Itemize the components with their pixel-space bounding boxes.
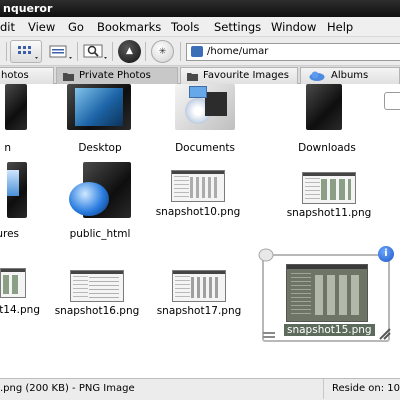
file-label: snapshot15.png <box>284 324 375 336</box>
file-item-documents[interactable]: Documents <box>150 84 260 156</box>
globe-icon <box>69 182 109 216</box>
menu-window[interactable]: Window <box>271 20 316 34</box>
folder-icon <box>63 73 74 81</box>
file-item-snapshot16[interactable]: snapshot16.png <box>42 270 152 318</box>
menu-tools[interactable]: Tools <box>171 20 199 34</box>
menu-bar: dit View Go Bookmarks Tools Settings Win… <box>0 17 400 37</box>
image-thumbnail <box>286 264 368 322</box>
detail-view-button[interactable] <box>45 40 75 63</box>
window-title: nqueror <box>3 2 53 15</box>
icon-view-button[interactable] <box>10 40 42 63</box>
toolbar-separator <box>180 42 181 61</box>
cloud-icon <box>309 71 325 81</box>
image-thumbnail <box>302 172 356 204</box>
settings-button[interactable]: ✳ <box>151 40 174 63</box>
eject-button[interactable]: ▲ <box>118 40 141 63</box>
status-bar: .png (200 KB) - PNG Image Reside on: 10 <box>0 378 400 400</box>
image-thumbnail <box>172 270 226 302</box>
file-item-snapshot11[interactable]: snapshot11.png <box>274 172 384 220</box>
tab-photos[interactable]: hotos <box>0 67 54 84</box>
filter-input[interactable] <box>384 92 400 110</box>
file-item-snapshot17[interactable]: snapshot17.png <box>144 270 254 318</box>
tab-favourite-images[interactable]: Favourite Images <box>180 67 298 84</box>
eject-icon: ▲ <box>126 46 133 56</box>
folder-icon <box>175 84 235 130</box>
file-item-public-html[interactable]: public_html <box>45 162 155 242</box>
menu-bookmarks[interactable]: Bookmarks <box>97 20 161 34</box>
details-icon <box>263 332 275 338</box>
detail-view-icon <box>49 45 72 59</box>
menu-settings[interactable]: Settings <box>214 20 261 34</box>
file-icon-view[interactable]: n Desktop Documents Downloads ures publi… <box>0 84 400 378</box>
folder-icon <box>67 84 131 130</box>
menu-view[interactable]: View <box>28 20 55 34</box>
tab-albums[interactable]: Albums <box>300 67 400 84</box>
menu-go[interactable]: Go <box>68 20 84 34</box>
file-label: snapshot16.png <box>54 305 140 317</box>
file-label: snapshot11.png <box>286 207 372 219</box>
tab-label: Albums <box>331 70 369 81</box>
info-icon[interactable]: i <box>378 246 394 262</box>
toolbar-separator <box>145 42 146 61</box>
file-item-snapshot10[interactable]: snapshot10.png <box>143 170 253 218</box>
folder-icon <box>191 46 203 57</box>
resize-handle-icon[interactable] <box>378 328 392 340</box>
file-label: n <box>4 142 11 154</box>
tab-bar: hotos Private Photos Favourite Images Al… <box>0 66 400 84</box>
file-label: Documents <box>175 142 235 154</box>
folder-icon <box>187 73 198 81</box>
location-bar[interactable]: /home/umar <box>186 43 400 61</box>
tab-label: Favourite Images <box>203 70 290 81</box>
zoom-icon <box>83 44 107 59</box>
toolbar-separator <box>77 42 78 61</box>
file-label: public_html <box>69 228 131 240</box>
folder-icon <box>5 84 27 130</box>
tab-label: hotos <box>1 70 29 81</box>
image-thumbnail <box>0 268 26 298</box>
folder-icon <box>306 84 342 130</box>
folder-icon <box>7 162 27 218</box>
file-label: snapshot17.png <box>156 305 242 317</box>
file-label: t14.png <box>0 304 40 316</box>
file-label: snapshot10.png <box>155 206 241 218</box>
menu-edit[interactable]: dit <box>0 20 15 34</box>
zoom-button[interactable] <box>80 40 110 63</box>
icon-view-icon <box>18 46 38 59</box>
toolbar-separator <box>112 42 113 61</box>
image-thumbnail <box>171 170 225 202</box>
location-text: /home/umar <box>207 46 269 57</box>
file-label: ures <box>0 228 19 240</box>
file-label: Desktop <box>78 142 122 154</box>
menu-help[interactable]: Help <box>327 20 353 34</box>
tab-label: Private Photos <box>79 70 151 81</box>
file-item-desktop[interactable]: Desktop <box>45 84 155 156</box>
title-bar: nqueror <box>0 0 400 17</box>
file-item-snapshot15-selected[interactable]: i snapshot15.png <box>258 246 394 342</box>
preview-icon <box>258 248 274 262</box>
tab-private-photos[interactable]: Private Photos <box>56 67 178 84</box>
file-label: Downloads <box>298 142 356 154</box>
status-reside-on: Reside on: 10 <box>322 379 400 399</box>
settings-icon: ✳ <box>158 47 167 57</box>
image-thumbnail <box>70 270 124 302</box>
file-item-downloads[interactable]: Downloads <box>272 84 382 156</box>
toolbar-separator <box>6 42 7 61</box>
status-file-info: .png (200 KB) - PNG Image <box>0 383 135 394</box>
